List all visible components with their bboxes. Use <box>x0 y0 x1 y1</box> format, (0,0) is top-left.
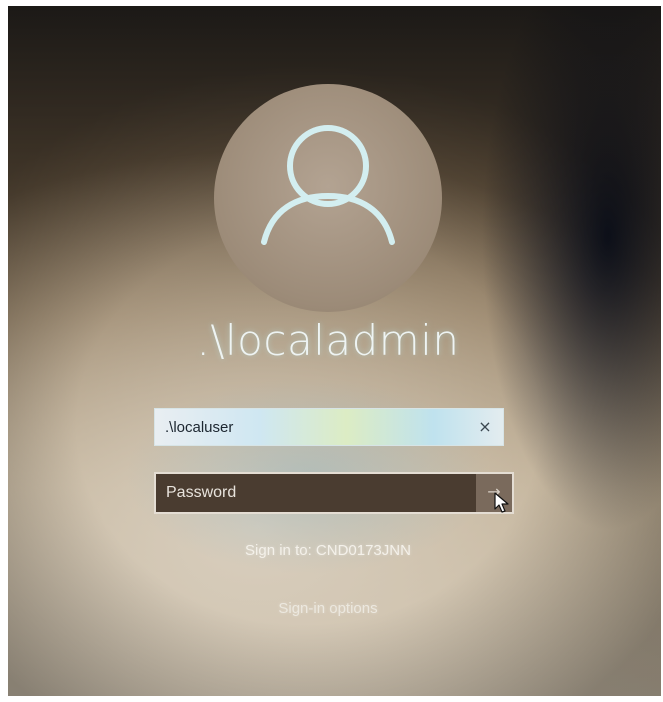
close-icon[interactable]: × <box>477 418 493 436</box>
mouse-pointer-icon <box>494 492 509 513</box>
sign-in-options-link[interactable]: Sign-in options <box>228 600 428 617</box>
user-silhouette-icon <box>261 125 395 245</box>
user-avatar <box>214 84 442 312</box>
account-username: .\localadmin <box>196 316 460 365</box>
username-input[interactable] <box>165 409 465 445</box>
password-input[interactable] <box>166 474 466 512</box>
sign-in-domain-text: Sign in to: CND0173JNN <box>245 542 411 559</box>
lock-screen: .\localadmin × → Sign in to: CND0173JNN … <box>8 6 661 696</box>
password-field[interactable]: → <box>154 472 514 514</box>
username-field[interactable]: × <box>154 408 504 446</box>
